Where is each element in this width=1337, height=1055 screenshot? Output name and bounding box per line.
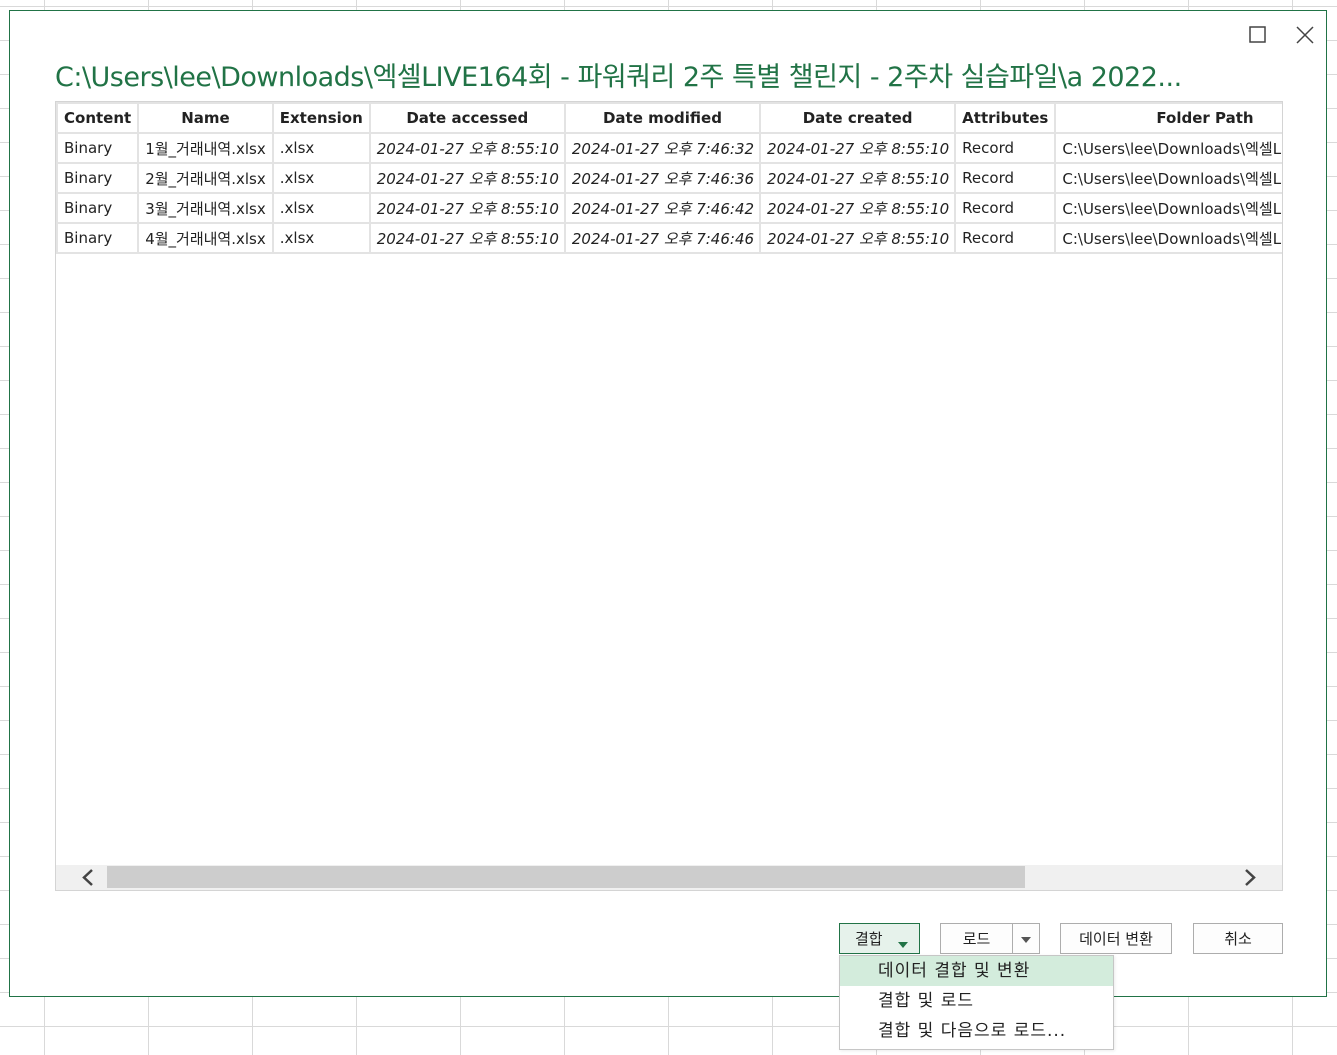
cell-folder-path: C:\Users\lee\Downloads\엑셀LIVE164회 — [1054, 132, 1282, 164]
column-header-attributes[interactable]: Attributes — [954, 102, 1057, 134]
cell-extension: .xlsx — [271, 132, 371, 164]
cell-name: 2월_거래내역.xlsx — [137, 162, 274, 194]
cell-content: Binary — [56, 192, 140, 224]
scroll-left-icon[interactable] — [76, 867, 102, 888]
cell-date-accessed: 2024-01-27 오후 8:55:10 — [368, 192, 566, 224]
file-list-grid: Content Name Extension Date accessed Dat… — [55, 101, 1283, 891]
cell-folder-path: C:\Users\lee\Downloads\엑셀LIVE164회 — [1054, 192, 1282, 224]
table-row[interactable]: Binary 1월_거래내역.xlsx .xlsx 2024-01-27 오후 … — [56, 132, 1282, 164]
cell-folder-path: C:\Users\lee\Downloads\엑셀LIVE164회 — [1054, 162, 1282, 194]
menu-item-combine-load[interactable]: 결합 및 로드 — [840, 986, 1113, 1016]
cell-content: Binary — [56, 162, 140, 194]
cell-date-accessed: 2024-01-27 오후 8:55:10 — [368, 222, 566, 254]
cell-attributes: Record — [954, 162, 1057, 194]
cell-date-modified: 2024-01-27 오후 7:46:42 — [563, 192, 762, 224]
cell-name: 3월_거래내역.xlsx — [137, 192, 274, 224]
combine-dropdown-menu: 데이터 결합 및 변환 결합 및 로드 결합 및 다음으로 로드... — [839, 955, 1114, 1050]
cell-attributes: Record — [954, 222, 1057, 254]
scroll-right-icon[interactable] — [1236, 867, 1262, 888]
column-header-name[interactable]: Name — [137, 102, 274, 134]
column-header-folder-path[interactable]: Folder Path — [1054, 102, 1282, 134]
horizontal-scrollbar[interactable] — [56, 865, 1282, 890]
cell-date-modified: 2024-01-27 오후 7:46:36 — [563, 162, 762, 194]
load-button-label: 로드 — [962, 930, 991, 948]
table-row[interactable]: Binary 4월_거래내역.xlsx .xlsx 2024-01-27 오후 … — [56, 222, 1282, 254]
load-button[interactable]: 로드 — [940, 923, 1012, 954]
transform-button-label: 데이터 변환 — [1079, 930, 1153, 948]
caret-down-icon — [1021, 930, 1031, 948]
load-options-button[interactable] — [1012, 923, 1040, 954]
file-table: Content Name Extension Date accessed Dat… — [56, 102, 1282, 254]
cell-content: Binary — [56, 222, 140, 254]
column-header-date-created[interactable]: Date created — [759, 102, 957, 134]
column-header-date-accessed[interactable]: Date accessed — [368, 102, 566, 134]
cell-extension: .xlsx — [271, 162, 371, 194]
column-header-extension[interactable]: Extension — [271, 102, 371, 134]
column-header-date-modified[interactable]: Date modified — [563, 102, 762, 134]
cancel-button[interactable]: 취소 — [1193, 923, 1283, 954]
cell-attributes: Record — [954, 192, 1057, 224]
menu-item-combine-transform[interactable]: 데이터 결합 및 변환 — [840, 956, 1113, 986]
combine-button-label: 결합 — [855, 930, 883, 948]
cell-name: 4월_거래내역.xlsx — [137, 222, 274, 254]
cell-date-created: 2024-01-27 오후 8:55:10 — [759, 222, 957, 254]
navigator-dialog: C:\Users\lee\Downloads\엑셀LIVE164회 - 파워쿼리… — [9, 10, 1327, 997]
table-row[interactable]: Binary 3월_거래내역.xlsx .xlsx 2024-01-27 오후 … — [56, 192, 1282, 224]
cell-date-created: 2024-01-27 오후 8:55:10 — [759, 132, 957, 164]
cell-attributes: Record — [954, 132, 1057, 164]
cell-folder-path: C:\Users\lee\Downloads\엑셀LIVE164회 — [1054, 222, 1282, 254]
cell-date-created: 2024-01-27 오후 8:55:10 — [759, 162, 957, 194]
menu-item-combine-load-to[interactable]: 결합 및 다음으로 로드... — [840, 1016, 1113, 1046]
cell-date-accessed: 2024-01-27 오후 8:55:10 — [368, 162, 566, 194]
scrollbar-thumb[interactable] — [107, 866, 1025, 888]
maximize-icon[interactable] — [1246, 23, 1270, 47]
cell-date-created: 2024-01-27 오후 8:55:10 — [759, 192, 957, 224]
cell-date-modified: 2024-01-27 오후 7:46:32 — [563, 132, 762, 164]
transform-data-button[interactable]: 데이터 변환 — [1060, 923, 1172, 954]
cell-date-modified: 2024-01-27 오후 7:46:46 — [563, 222, 762, 254]
dialog-title: C:\Users\lee\Downloads\엑셀LIVE164회 - 파워쿼리… — [55, 62, 1182, 93]
caret-down-icon — [898, 935, 908, 953]
column-header-content[interactable]: Content — [56, 102, 140, 134]
cell-extension: .xlsx — [271, 222, 371, 254]
combine-button[interactable]: 결합 — [839, 923, 920, 954]
cell-extension: .xlsx — [271, 192, 371, 224]
table-row[interactable]: Binary 2월_거래내역.xlsx .xlsx 2024-01-27 오후 … — [56, 162, 1282, 194]
close-icon[interactable] — [1293, 23, 1317, 47]
header-row: Content Name Extension Date accessed Dat… — [56, 102, 1282, 134]
cell-content: Binary — [56, 132, 140, 164]
cancel-button-label: 취소 — [1224, 930, 1252, 948]
cell-name: 1월_거래내역.xlsx — [137, 132, 274, 164]
cell-date-accessed: 2024-01-27 오후 8:55:10 — [368, 132, 566, 164]
